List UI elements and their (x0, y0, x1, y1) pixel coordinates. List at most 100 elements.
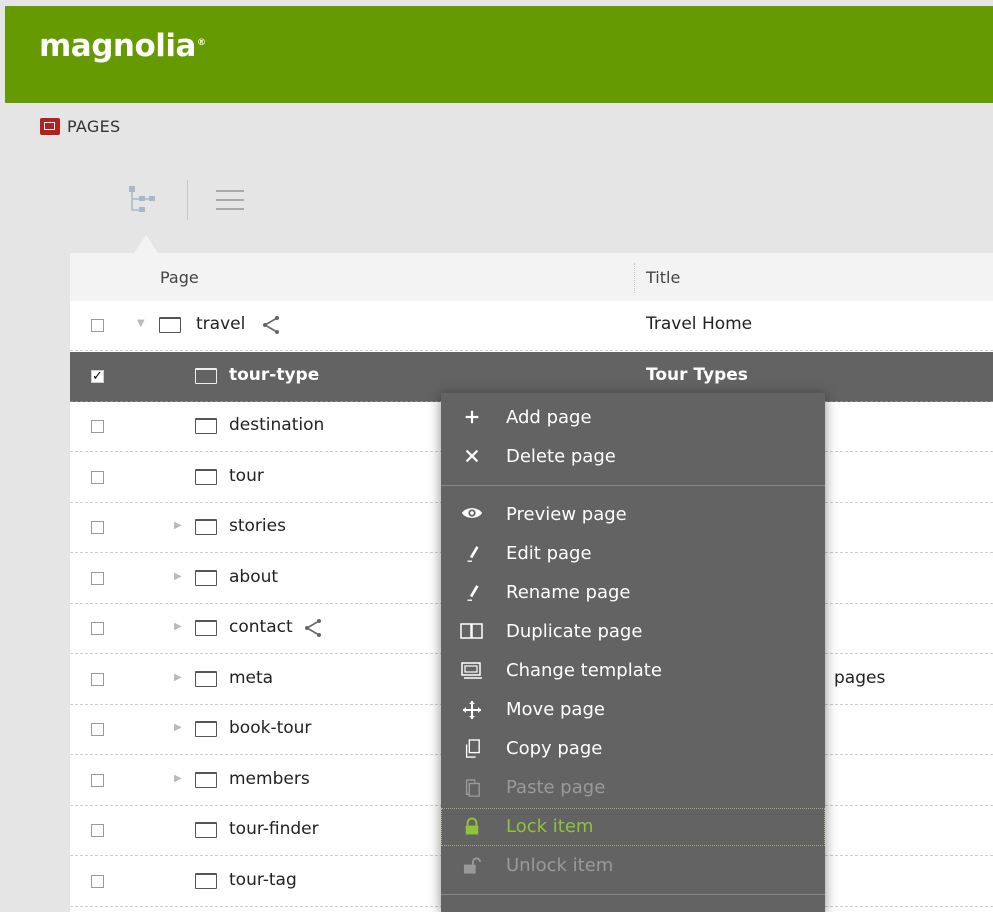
expand-toggle-icon[interactable]: ▶ (174, 773, 182, 784)
expand-toggle-icon[interactable]: ▶ (174, 672, 182, 683)
menu-item-label: Preview page (506, 504, 627, 525)
page-title-cell: Tour Types (646, 364, 748, 385)
expand-toggle-icon[interactable]: ▶ (174, 571, 182, 582)
menu-separator (441, 485, 825, 486)
menu-item-label: Unlock item (506, 855, 614, 876)
menu-item-label: Move page (506, 699, 605, 720)
page-name: book-tour (229, 718, 312, 738)
menu-separator (441, 894, 825, 895)
menu-item-preview-page[interactable]: Preview page (441, 496, 825, 534)
page-icon (159, 317, 181, 333)
row-checkbox[interactable] (91, 773, 104, 787)
context-menu: Add page Delete page Preview page Edit page… (441, 393, 825, 912)
menu-item-label: Copy page (506, 738, 603, 759)
row-checkbox[interactable]: ✓ (91, 369, 104, 383)
menu-item-label: Add page (506, 407, 592, 428)
menu-item-move-page[interactable]: Move page (441, 691, 825, 729)
row-checkbox[interactable] (91, 420, 104, 433)
menu-item-rename-page[interactable]: Rename page (441, 574, 825, 612)
grid-header: Page Title (70, 253, 993, 301)
row-checkbox[interactable] (91, 571, 104, 585)
plus-icon (459, 408, 485, 428)
tree-row-travel[interactable]: ▼ travel Travel Home (70, 301, 993, 351)
page-name: members (229, 768, 310, 789)
page-title-cell: pages (834, 667, 886, 688)
move-icon (459, 700, 485, 720)
page-name: tour (229, 465, 264, 486)
row-checkbox[interactable] (91, 470, 104, 484)
page-icon (195, 569, 217, 586)
copy-icon (459, 739, 485, 759)
collapse-toggle-icon[interactable]: ▼ (137, 318, 145, 329)
top-bar: magnolia® (5, 6, 993, 103)
page-icon (195, 822, 217, 838)
pencil-icon (459, 544, 485, 564)
page-icon (195, 468, 217, 485)
magnolia-logo[interactable]: magnolia® (39, 28, 206, 64)
page-name: tour-tag (229, 869, 297, 890)
row-checkbox[interactable] (91, 521, 104, 534)
menu-item-lock-item[interactable]: Lock item (441, 808, 825, 846)
row-checkbox[interactable] (91, 874, 104, 888)
row-checkbox[interactable] (91, 723, 104, 736)
menu-item-duplicate-page[interactable]: Duplicate page (441, 613, 825, 651)
menu-item-unlock-item: Unlock item (441, 847, 825, 885)
page-icon (195, 519, 217, 535)
page-name: destination (229, 415, 325, 435)
page-icon (195, 721, 217, 737)
page-name: tour-finder (229, 819, 319, 839)
menu-item-edit-page[interactable]: Edit page (441, 535, 825, 573)
lock-icon (459, 817, 485, 837)
tree-view-icon[interactable] (127, 183, 161, 217)
menu-item-paste-page: Paste page (441, 769, 825, 807)
expand-toggle-icon[interactable]: ▶ (174, 722, 182, 733)
column-header-page[interactable]: Page (160, 268, 199, 287)
close-icon (459, 447, 485, 467)
row-checkbox[interactable] (91, 672, 104, 686)
menu-item-add-page[interactable]: Add page (441, 399, 825, 437)
menu-item-delete-page[interactable]: Delete page (441, 438, 825, 476)
paste-icon (459, 778, 485, 798)
toggle-divider (187, 180, 188, 220)
page-title-cell: Travel Home (646, 314, 753, 334)
page-icon (195, 872, 217, 889)
menu-item-change-template[interactable]: Change template (441, 652, 825, 690)
expand-toggle-icon[interactable]: ▶ (174, 621, 182, 632)
menu-item-label: Edit page (506, 543, 592, 564)
menu-item-label: Rename page (506, 582, 631, 603)
menu-item-copy-page[interactable]: Copy page (441, 730, 825, 768)
eye-icon (459, 505, 485, 525)
app-bar: PAGES (40, 114, 120, 138)
column-divider[interactable] (634, 263, 636, 293)
pencil-icon (459, 583, 485, 603)
pages-app-icon (40, 117, 60, 135)
page-icon (195, 620, 217, 636)
menu-item-label: Delete page (506, 446, 616, 467)
menu-item-label: Duplicate page (506, 621, 643, 642)
menu-item-label: Lock item (506, 816, 594, 837)
unlock-icon (459, 856, 485, 876)
active-view-caret (134, 235, 158, 253)
list-view-icon[interactable] (216, 190, 244, 210)
page-icon (195, 418, 217, 434)
row-checkbox[interactable] (91, 622, 104, 635)
template-icon (459, 661, 485, 681)
row-checkbox[interactable] (91, 319, 104, 332)
menu-item-label: Paste page (506, 777, 606, 798)
page-icon (195, 771, 217, 788)
menu-item-label: Change template (506, 660, 662, 681)
page-name: about (229, 566, 279, 587)
duplicate-icon (459, 622, 485, 642)
page-name: travel (196, 314, 246, 334)
share-icon (262, 316, 279, 334)
page-name: contact (229, 617, 293, 637)
app-label: PAGES (67, 116, 121, 136)
page-name: meta (229, 667, 274, 688)
page-name: tour-type (229, 364, 320, 385)
view-toggles (120, 178, 260, 222)
column-header-title[interactable]: Title (646, 268, 680, 287)
page-icon (195, 367, 217, 384)
row-checkbox[interactable] (91, 824, 104, 837)
share-icon (305, 619, 322, 637)
expand-toggle-icon[interactable]: ▶ (174, 520, 182, 531)
